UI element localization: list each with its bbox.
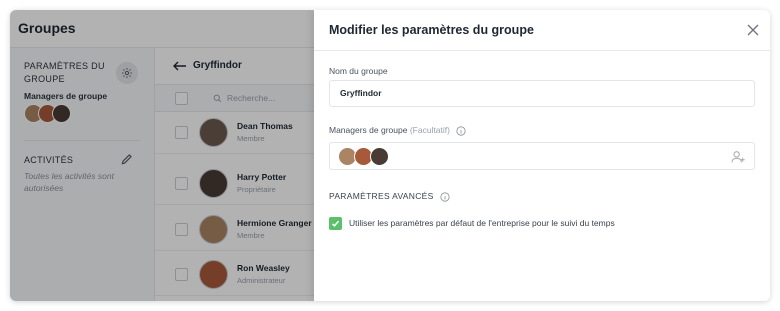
default-settings-checkbox[interactable] bbox=[329, 217, 342, 230]
default-settings-label[interactable]: Utiliser les paramètres par défaut de l'… bbox=[349, 218, 615, 228]
drawer-header: Modifier les paramètres du groupe bbox=[314, 10, 770, 51]
managers-field-label: Managers de groupe (Facultatif) bbox=[329, 125, 466, 136]
group-name-field[interactable]: Gryffindor bbox=[329, 80, 755, 107]
close-button[interactable] bbox=[746, 23, 760, 37]
modal-backdrop[interactable] bbox=[10, 10, 314, 301]
managers-label-text: Managers de groupe bbox=[329, 125, 408, 135]
info-icon[interactable] bbox=[440, 192, 450, 202]
add-user-icon[interactable] bbox=[730, 149, 746, 165]
group-settings-drawer: Modifier les paramètres du groupe Nom du… bbox=[314, 10, 770, 301]
drawer-title: Modifier les paramètres du groupe bbox=[329, 23, 534, 37]
check-icon bbox=[331, 220, 340, 227]
optional-hint: (Facultatif) bbox=[409, 125, 450, 135]
advanced-settings-label: PARAMÈTRES AVANCÉS bbox=[329, 191, 434, 201]
avatar[interactable] bbox=[370, 147, 389, 166]
info-icon[interactable] bbox=[456, 126, 466, 136]
advanced-settings-heading: PARAMÈTRES AVANCÉS bbox=[329, 191, 450, 202]
close-icon bbox=[747, 24, 759, 36]
app-window: Groupes PARAMÈTRES DU GROUPE Managers de… bbox=[10, 10, 770, 301]
group-name-label: Nom du groupe bbox=[329, 66, 388, 76]
managers-field[interactable] bbox=[329, 142, 755, 170]
